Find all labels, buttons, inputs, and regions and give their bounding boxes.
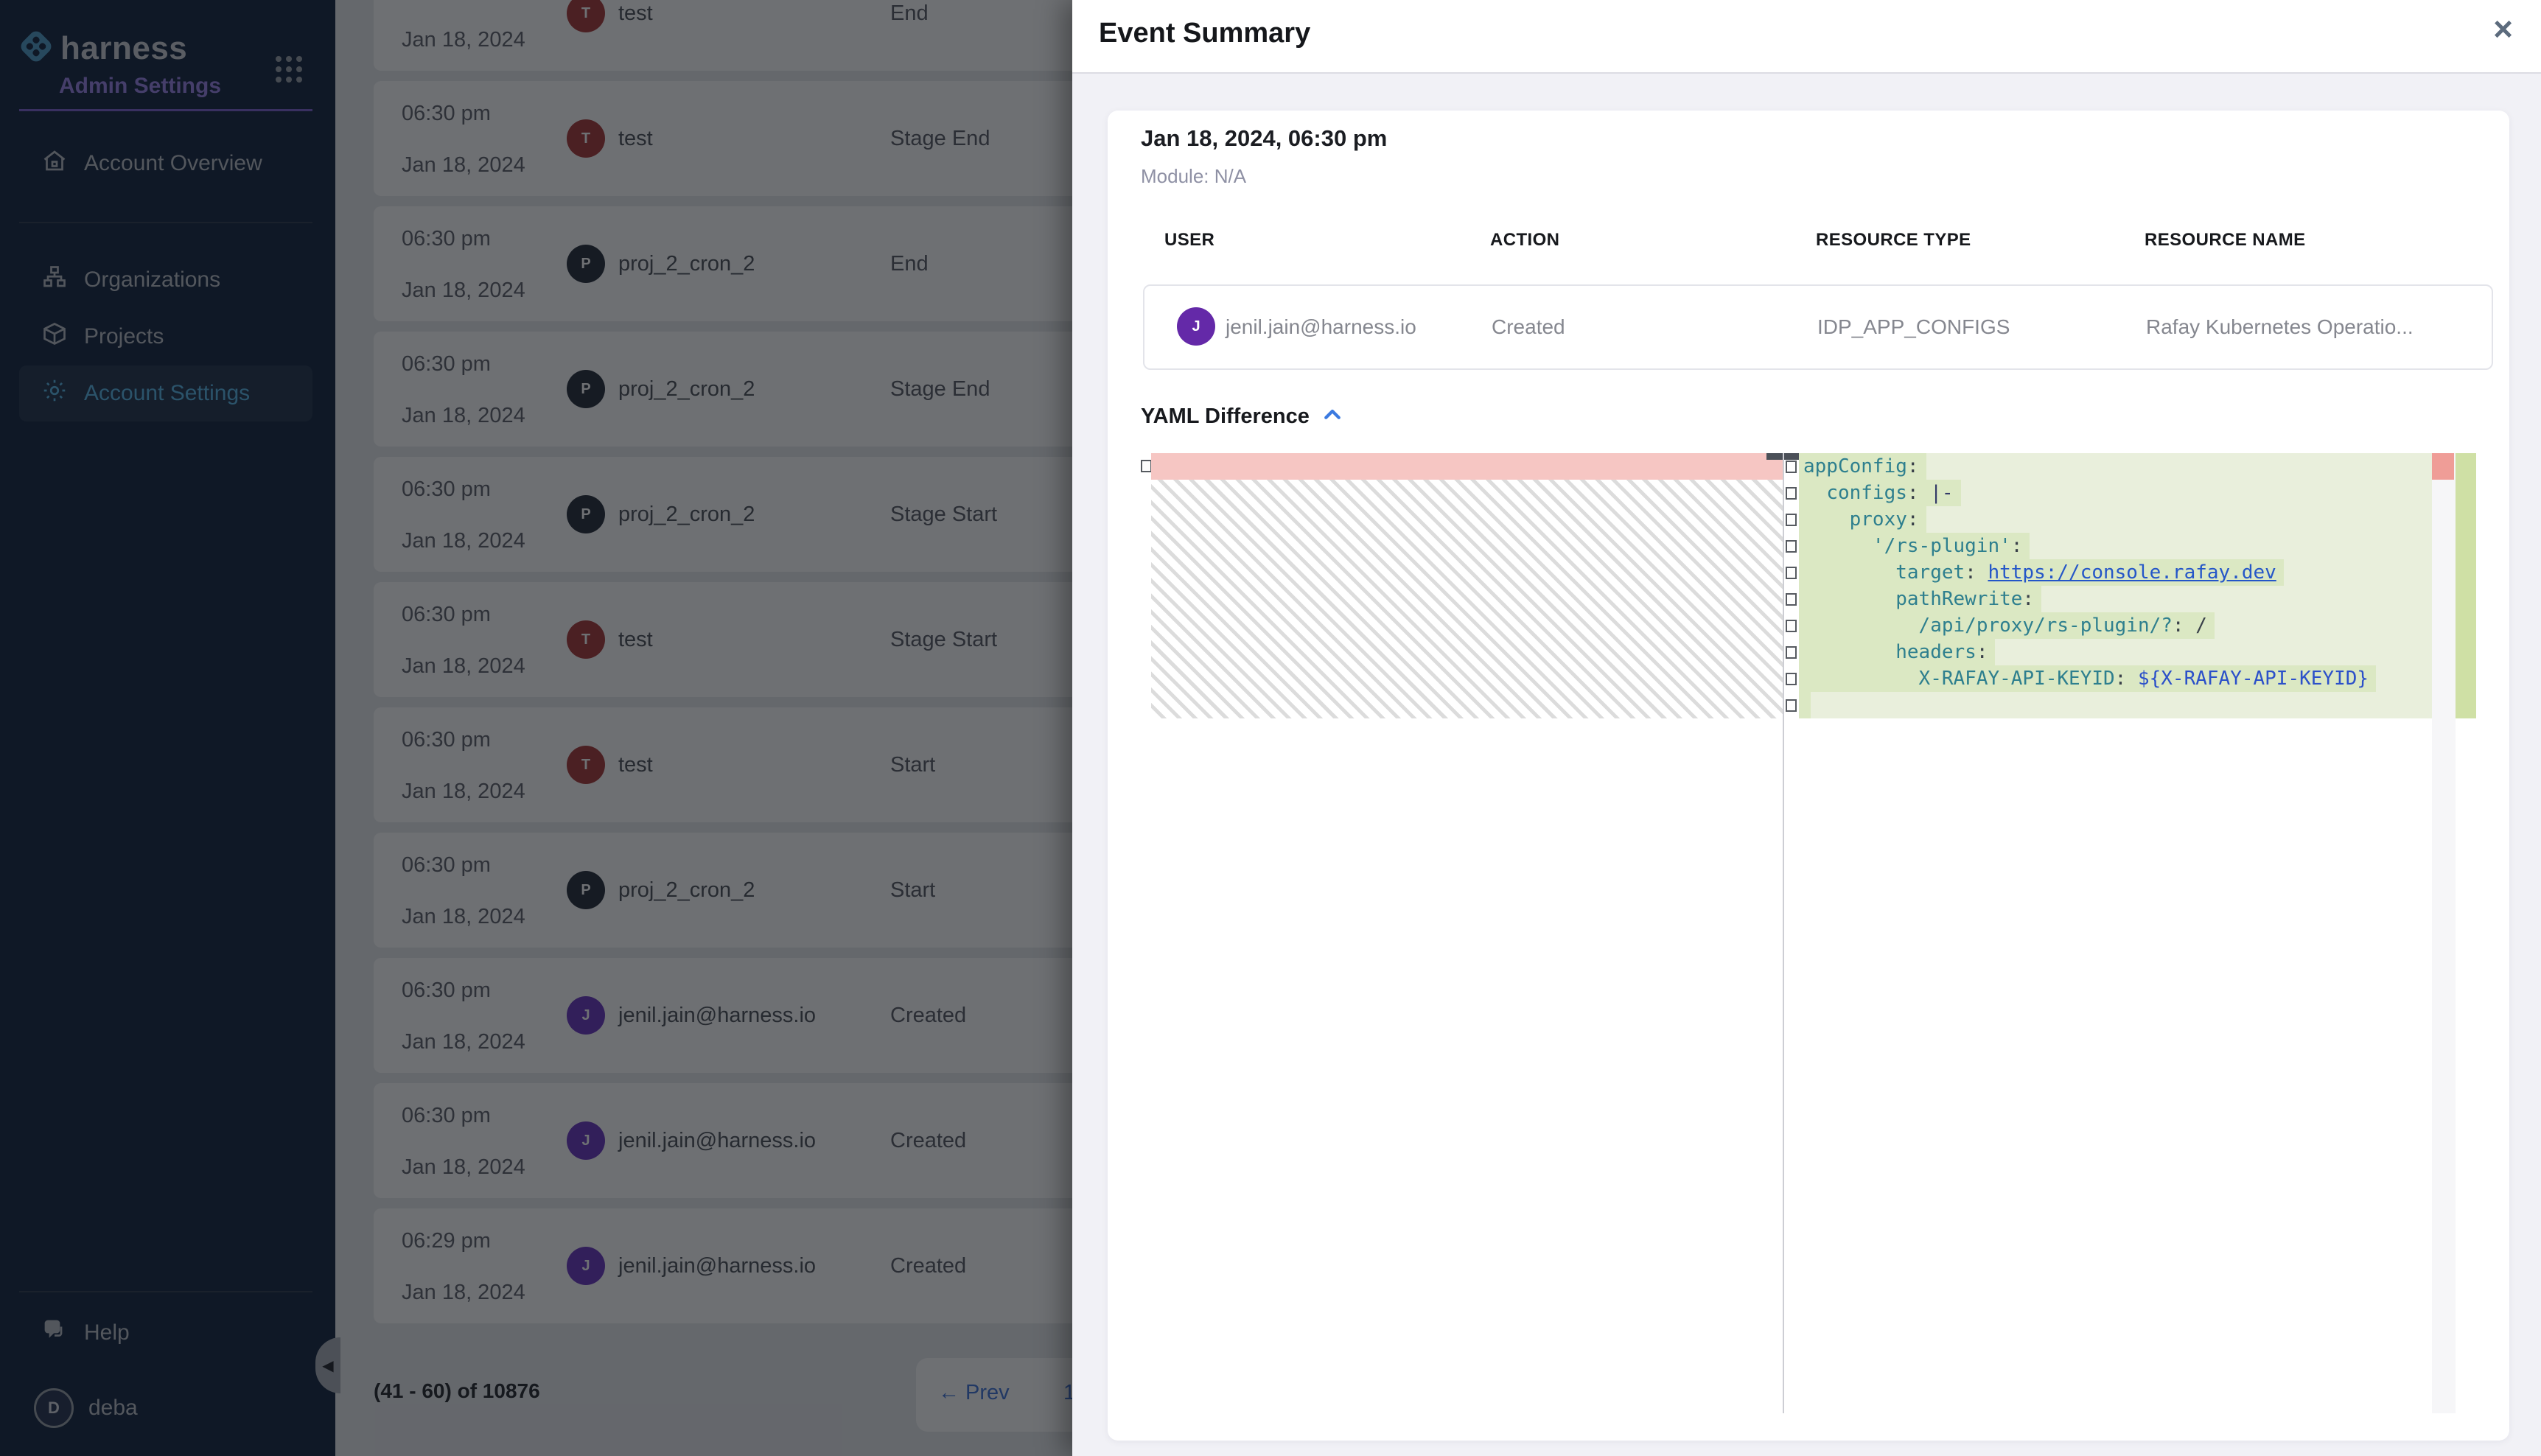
target-url-link[interactable]: https://console.rafay.dev xyxy=(1988,561,2276,584)
yaml-line: X-RAFAY-API-KEYID: ${X-RAFAY-API-KEYID} xyxy=(1799,665,2432,692)
diff-pane-divider xyxy=(1783,453,1784,1413)
overview-ruler-added-marker xyxy=(2456,453,2476,718)
diff-empty-region xyxy=(1151,480,1783,718)
event-table-row: J jenil.jain@harness.io Created IDP_APP_… xyxy=(1143,284,2493,370)
diff-line-marker xyxy=(1141,460,1152,472)
column-header-resource-name: RESOURCE NAME xyxy=(2145,230,2306,251)
event-module: Module: N/A xyxy=(1141,165,1246,188)
modal-backdrop[interactable] xyxy=(0,0,1072,1456)
yaml-line: configs: |- xyxy=(1799,480,2432,506)
yaml-difference-label: YAML Difference xyxy=(1141,405,1310,429)
event-summary-drawer: Event Summary × Jan 18, 2024, 06:30 pm M… xyxy=(1072,0,2541,1456)
yaml-line: headers: xyxy=(1799,639,2432,665)
yaml-line xyxy=(1799,692,2432,718)
avatar: J xyxy=(1177,307,1215,346)
column-header-action: ACTION xyxy=(1490,230,1559,251)
event-resource-type: IDP_APP_CONFIGS xyxy=(1817,315,2010,339)
yaml-line: pathRewrite: xyxy=(1799,586,2432,612)
yaml-line: proxy: xyxy=(1799,506,2432,533)
event-resource-name: Rafay Kubernetes Operatio... xyxy=(2146,315,2414,339)
yaml-diff-viewer: appConfig: configs: |- proxy: '/rs-plugi… xyxy=(1141,453,2476,1413)
event-action: Created xyxy=(1492,315,1565,339)
yaml-difference-toggle[interactable]: YAML Difference xyxy=(1141,404,1343,430)
yaml-line: target: https://console.rafay.dev xyxy=(1799,559,2432,586)
yaml-line: /api/proxy/rs-plugin/?: / xyxy=(1799,612,2432,639)
event-user: jenil.jain@harness.io xyxy=(1226,315,1416,339)
close-icon[interactable]: × xyxy=(2493,12,2513,46)
drawer-header: Event Summary × xyxy=(1072,0,2541,74)
overview-ruler-removed-marker xyxy=(2432,453,2454,480)
event-datetime: Jan 18, 2024, 06:30 pm xyxy=(1141,125,1387,152)
diff-scrollbar-track[interactable] xyxy=(2432,453,2456,1413)
yaml-line: appConfig: xyxy=(1799,453,2432,480)
event-card: Jan 18, 2024, 06:30 pm Module: N/A USER … xyxy=(1108,111,2509,1441)
column-header-user: USER xyxy=(1164,230,1214,251)
yaml-line: '/rs-plugin': xyxy=(1799,533,2432,559)
page-title: Event Summary xyxy=(1099,18,1310,49)
diff-removed-line xyxy=(1151,453,1783,480)
screen: harness Admin Settings Account Overview … xyxy=(0,0,2541,1456)
column-header-resource-type: RESOURCE TYPE xyxy=(1816,230,1971,251)
chevron-up-icon xyxy=(1321,404,1343,430)
